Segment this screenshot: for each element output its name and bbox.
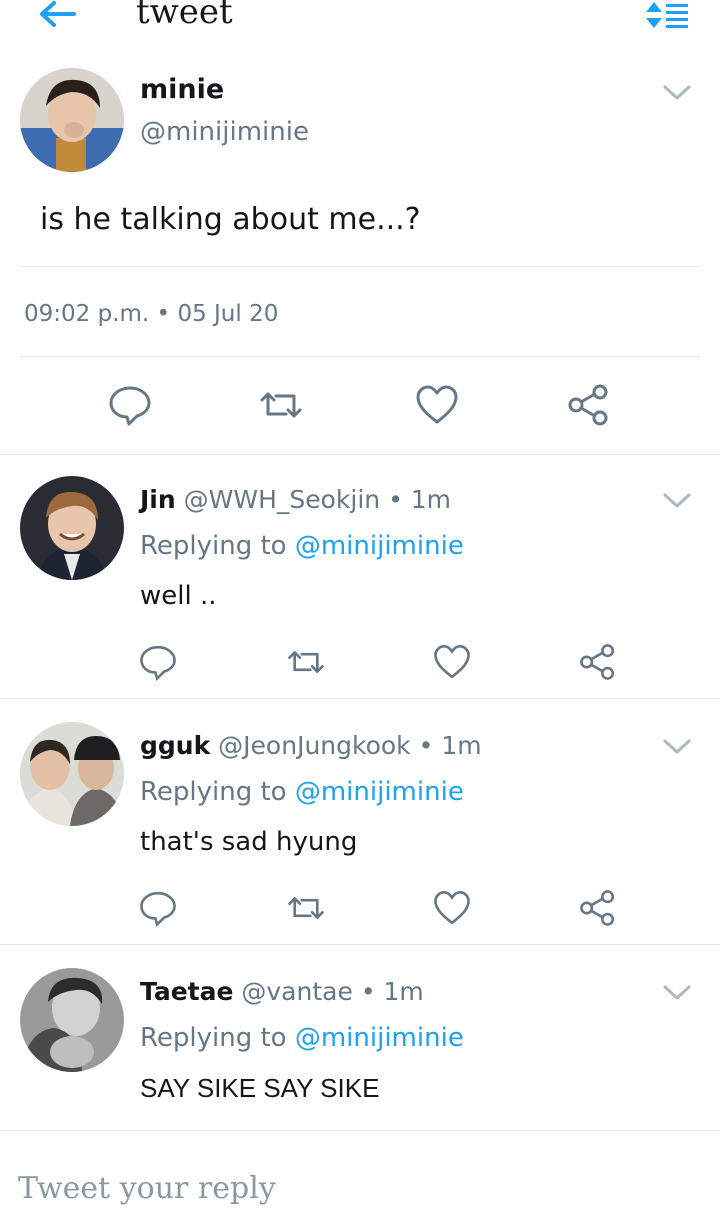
reply-text: well .. bbox=[140, 581, 217, 611]
divider bbox=[0, 1130, 720, 1131]
separator-dot: • bbox=[360, 977, 376, 1006]
avatar[interactable] bbox=[20, 68, 124, 172]
page-title: tweet bbox=[136, 0, 233, 32]
reply-tweet[interactable]: Jin @WWH_Seokjin • 1m Replying to @minij… bbox=[0, 456, 720, 698]
reply-text: SAY SIKE SAY SIKE bbox=[140, 1073, 380, 1103]
avatar-photo bbox=[20, 968, 124, 1072]
reply-tweet[interactable]: gguk @JeonJungkook • 1m Replying to @min… bbox=[0, 702, 720, 944]
divider bbox=[0, 698, 720, 699]
sort-button[interactable] bbox=[644, 0, 690, 32]
tweet-menu-button[interactable] bbox=[662, 738, 692, 756]
reply-display-name[interactable]: Jin bbox=[140, 485, 176, 514]
chevron-down-icon bbox=[663, 985, 691, 1000]
reply-display-name[interactable]: Taetae bbox=[140, 977, 233, 1006]
reply-button[interactable] bbox=[138, 888, 178, 928]
avatar[interactable] bbox=[20, 476, 124, 580]
reply-button[interactable] bbox=[138, 642, 178, 682]
share-button[interactable] bbox=[578, 642, 618, 682]
retweet-button[interactable] bbox=[286, 888, 326, 928]
avatar-photo bbox=[20, 68, 124, 172]
mention-link[interactable]: @minijiminie bbox=[295, 777, 464, 807]
mention-link[interactable]: @minijiminie bbox=[295, 1023, 464, 1053]
retweet-icon bbox=[288, 651, 324, 673]
divider bbox=[0, 454, 720, 455]
tweet-menu-button[interactable] bbox=[662, 492, 692, 510]
reply-handle[interactable]: @vantae bbox=[241, 977, 352, 1006]
retweet-icon bbox=[260, 392, 302, 418]
replying-to: Replying to @minijiminie bbox=[140, 526, 464, 566]
reply-time: 1m bbox=[441, 731, 482, 760]
heart-icon bbox=[434, 891, 470, 925]
heart-icon bbox=[416, 385, 458, 424]
divider bbox=[20, 266, 700, 267]
back-button[interactable] bbox=[34, 0, 80, 34]
retweet-button[interactable] bbox=[286, 642, 326, 682]
tweet-menu-button[interactable] bbox=[662, 984, 692, 1002]
tweet-text: is he talking about me...? bbox=[40, 202, 421, 237]
share-icon bbox=[568, 384, 608, 426]
separator-dot: • bbox=[156, 301, 171, 327]
tweet-date: 05 Jul 20 bbox=[177, 301, 279, 327]
reply-header: gguk @JeonJungkook • 1m bbox=[140, 726, 482, 766]
retweet-icon bbox=[288, 897, 324, 919]
replying-to: Replying to @minijiminie bbox=[140, 772, 464, 812]
separator-dot: • bbox=[418, 731, 434, 760]
heart-icon bbox=[434, 645, 470, 679]
chevron-down-icon bbox=[663, 493, 691, 508]
user-handle[interactable]: @minijiminie bbox=[140, 112, 309, 152]
arrow-left-icon bbox=[40, 1, 76, 27]
tweet-timestamp: 09:02 p.m. • 05 Jul 20 bbox=[24, 296, 278, 332]
reply-header: Jin @WWH_Seokjin • 1m bbox=[140, 480, 451, 520]
like-button[interactable] bbox=[414, 382, 460, 428]
separator-dot: • bbox=[388, 485, 403, 514]
replying-to-label: Replying to bbox=[140, 1023, 287, 1053]
top-bar: tweet bbox=[0, 0, 720, 48]
chevron-down-icon bbox=[663, 85, 691, 100]
reply-button[interactable] bbox=[107, 382, 153, 428]
like-button[interactable] bbox=[432, 642, 472, 682]
like-button[interactable] bbox=[432, 888, 472, 928]
retweet-button[interactable] bbox=[258, 382, 304, 428]
reply-handle[interactable]: @WWH_Seokjin bbox=[184, 485, 381, 514]
replying-to: Replying to @minijiminie bbox=[140, 1018, 464, 1058]
tweet-menu-button[interactable] bbox=[662, 84, 692, 102]
reply-time: 1m bbox=[383, 977, 424, 1006]
avatar-photo bbox=[20, 476, 124, 580]
avatar-photo bbox=[20, 722, 124, 826]
replying-to-label: Replying to bbox=[140, 531, 287, 561]
share-button[interactable] bbox=[578, 888, 618, 928]
mention-link[interactable]: @minijiminie bbox=[295, 531, 464, 561]
replying-to-label: Replying to bbox=[140, 777, 287, 807]
sort-lines-icon bbox=[646, 2, 688, 28]
divider bbox=[0, 944, 720, 945]
reply-input[interactable] bbox=[16, 1170, 700, 1207]
reply-bubble-icon bbox=[140, 645, 176, 682]
display-name[interactable]: minie bbox=[140, 70, 224, 110]
reply-header: Taetae @vantae • 1m bbox=[140, 972, 424, 1012]
reply-time: 1m bbox=[410, 485, 452, 514]
reply-bubble-icon bbox=[140, 891, 176, 928]
share-button[interactable] bbox=[566, 382, 612, 428]
share-icon bbox=[580, 644, 615, 680]
tweet-time: 09:02 p.m. bbox=[24, 301, 150, 327]
share-icon bbox=[580, 890, 615, 926]
reply-display-name[interactable]: gguk bbox=[140, 731, 210, 760]
reply-tweet[interactable]: Taetae @vantae • 1m Replying to @minijim… bbox=[0, 948, 720, 1130]
avatar[interactable] bbox=[20, 968, 124, 1072]
reply-handle[interactable]: @JeonJungkook bbox=[218, 731, 410, 760]
reply-bubble-icon bbox=[109, 386, 151, 426]
divider bbox=[20, 356, 700, 357]
chevron-down-icon bbox=[663, 739, 691, 754]
reply-composer bbox=[0, 1132, 720, 1208]
reply-text: that's sad hyung bbox=[140, 827, 358, 857]
avatar[interactable] bbox=[20, 722, 124, 826]
